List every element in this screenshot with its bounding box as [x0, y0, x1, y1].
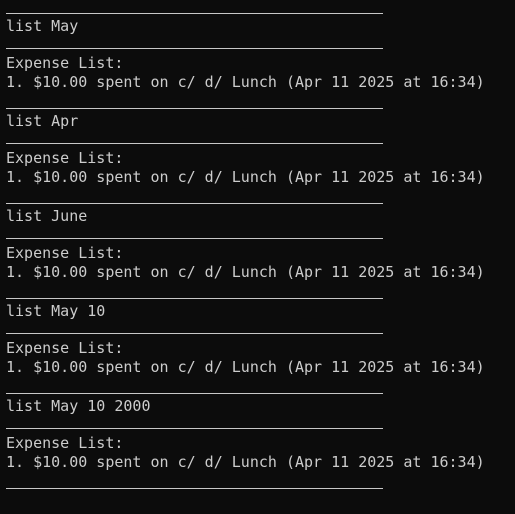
expense-list-header: Expense List: — [6, 339, 124, 357]
expense-entry: 1. $10.00 spent on c/ d/ Lunch (Apr 11 2… — [6, 73, 485, 91]
command-line: list Apr — [6, 112, 79, 130]
expense-entry: 1. $10.00 spent on c/ d/ Lunch (Apr 11 2… — [6, 263, 485, 281]
separator-line — [6, 488, 383, 489]
expense-entry: 1. $10.00 spent on c/ d/ Lunch (Apr 11 2… — [6, 358, 485, 376]
expense-list-header: Expense List: — [6, 54, 124, 72]
separator-line — [6, 393, 383, 394]
separator-line — [6, 298, 383, 299]
command-line: list May — [6, 17, 79, 35]
terminal-window[interactable]: list May Expense List: 1. $10.00 spent o… — [0, 0, 515, 514]
expense-entry: 1. $10.00 spent on c/ d/ Lunch (Apr 11 2… — [6, 453, 485, 471]
expense-list-header: Expense List: — [6, 244, 124, 262]
command-line: list May 10 2000 — [6, 397, 151, 415]
separator-line — [6, 13, 383, 14]
expense-list-header: Expense List: — [6, 434, 124, 452]
separator-line — [6, 428, 383, 429]
separator-line — [6, 48, 383, 49]
command-line: list June — [6, 207, 88, 225]
expense-entry: 1. $10.00 spent on c/ d/ Lunch (Apr 11 2… — [6, 168, 485, 186]
separator-line — [6, 333, 383, 334]
expense-list-header: Expense List: — [6, 149, 124, 167]
separator-line — [6, 238, 383, 239]
command-line: list May 10 — [6, 302, 106, 320]
separator-line — [6, 203, 383, 204]
separator-line — [6, 108, 383, 109]
separator-line — [6, 143, 383, 144]
